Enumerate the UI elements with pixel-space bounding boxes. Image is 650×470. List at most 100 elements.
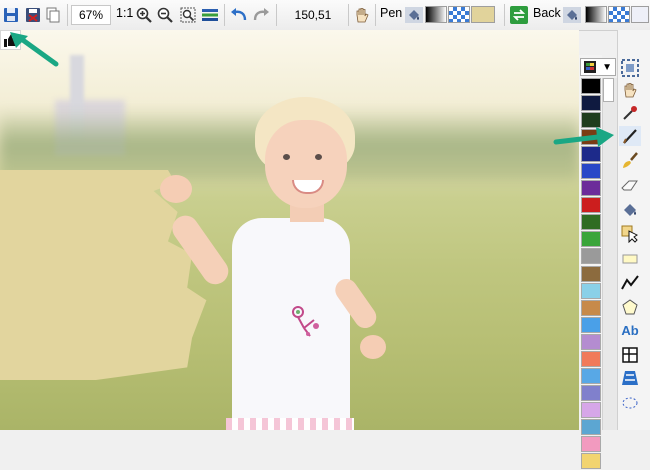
undo-icon <box>231 8 247 21</box>
palette-swatch[interactable] <box>581 401 601 418</box>
canvas-select-icon <box>621 59 639 77</box>
tool-fill[interactable] <box>619 200 641 220</box>
hand-icon <box>356 8 369 23</box>
eyedropper-icon <box>623 106 637 120</box>
polyline-icon <box>621 275 639 290</box>
palette-swatch[interactable] <box>581 197 601 214</box>
child-face <box>265 120 347 208</box>
child-right-hand <box>360 335 386 359</box>
save-icon <box>4 8 18 22</box>
palette-swatch[interactable] <box>581 248 601 265</box>
palette-swatch[interactable] <box>581 282 601 299</box>
chevron-down-icon: ▼ <box>602 61 612 73</box>
eraser-icon <box>621 180 638 191</box>
pen-icon <box>623 129 637 144</box>
zoom-in-button[interactable] <box>134 4 154 26</box>
zoom-fit-button[interactable] <box>178 4 198 26</box>
layers-button[interactable] <box>200 4 220 26</box>
palette-swatch[interactable] <box>581 299 601 316</box>
swap-colors-icon <box>510 6 528 24</box>
zoom-out-icon <box>157 7 173 23</box>
palette-grid-icon <box>584 61 597 73</box>
tool-brush[interactable] <box>619 151 641 171</box>
palette-swatch[interactable] <box>581 316 601 333</box>
toolbar-separator <box>224 4 225 26</box>
palette-swatch[interactable] <box>581 78 601 94</box>
save-button[interactable] <box>1 4 21 26</box>
back-label: Back <box>533 6 561 20</box>
save-all-button[interactable] <box>23 4 43 26</box>
image-canvas[interactable] <box>0 30 579 430</box>
toolbar-separator <box>276 4 277 26</box>
tool-rectangle[interactable] <box>619 249 641 269</box>
undo-button[interactable] <box>229 4 249 26</box>
tool-select-canvas[interactable] <box>619 58 641 78</box>
palette-swatch[interactable] <box>581 435 601 452</box>
annotation-arrow-pen <box>553 127 614 147</box>
hand-icon <box>624 83 637 98</box>
hand-tool-button[interactable] <box>352 4 372 26</box>
rectangle-icon <box>622 254 638 264</box>
tool-line[interactable] <box>619 272 641 292</box>
palette-scrollbar-thumb[interactable] <box>603 78 614 102</box>
paint-bucket-icon <box>624 204 636 216</box>
palette-swatch[interactable] <box>581 95 601 112</box>
redo-button[interactable] <box>251 4 271 26</box>
tool-crop[interactable] <box>619 345 641 365</box>
palette-swatch[interactable] <box>581 350 601 367</box>
pen-pattern-swatch[interactable] <box>448 6 470 23</box>
back-fill-bucket-button[interactable] <box>562 4 582 26</box>
back-gradient-swatch[interactable] <box>585 6 607 23</box>
cursor-coordinates: 150,51 <box>294 8 332 22</box>
zoom-fit-icon <box>180 7 196 23</box>
back-pattern-swatch[interactable] <box>608 6 630 23</box>
child-left-eye <box>283 154 290 160</box>
tool-eraser[interactable] <box>619 176 641 196</box>
zoom-out-button[interactable] <box>155 4 175 26</box>
palette-swatch[interactable] <box>581 163 601 180</box>
dress-embroidery <box>292 306 319 337</box>
child-left-hand <box>160 175 192 203</box>
palette-swatch[interactable] <box>581 265 601 282</box>
palette-swatch[interactable] <box>581 418 601 435</box>
paint-bucket-icon <box>563 7 581 23</box>
tool-select[interactable] <box>619 224 641 244</box>
tool-text[interactable]: Ab <box>619 320 641 340</box>
toolbar-separator <box>348 4 349 26</box>
layers-icon <box>202 9 218 21</box>
tool-polygon[interactable] <box>619 297 641 317</box>
tool-pan[interactable] <box>619 80 641 100</box>
palette-swatch[interactable] <box>581 384 601 401</box>
text-tool-icon: Ab <box>621 322 639 338</box>
copy-button[interactable] <box>43 4 63 26</box>
perspective-icon <box>622 371 638 385</box>
toolbar-separator <box>67 4 68 26</box>
palette-swatch[interactable] <box>581 214 601 231</box>
selection-icon <box>621 225 638 243</box>
swap-colors-button[interactable] <box>509 4 529 26</box>
palette-swatch[interactable] <box>581 453 601 470</box>
toolbar-separator <box>504 4 505 26</box>
zoom-field[interactable]: 67% <box>71 5 111 25</box>
back-color-swatch[interactable] <box>631 6 649 23</box>
palette-swatch[interactable] <box>581 180 601 197</box>
pen-fill-bucket-button[interactable] <box>404 4 424 26</box>
palette-view-dropdown[interactable]: ▼ <box>580 58 616 76</box>
tool-lasso[interactable] <box>619 393 641 413</box>
pen-color-swatch[interactable] <box>471 6 495 23</box>
pen-label: Pen <box>380 6 403 20</box>
tool-perspective[interactable] <box>619 368 641 388</box>
palette-swatch[interactable] <box>581 367 601 384</box>
palette-swatch[interactable] <box>581 231 601 248</box>
zoom-actual-size-button[interactable]: 1:1 <box>116 6 133 20</box>
pen-gradient-swatch[interactable] <box>425 6 447 23</box>
pentagon-icon <box>622 299 638 315</box>
brush-icon <box>623 152 638 168</box>
lasso-select-icon <box>622 397 638 409</box>
tool-pen[interactable] <box>619 126 641 146</box>
tool-color-picker[interactable] <box>619 103 641 123</box>
redo-icon <box>253 8 269 21</box>
save-all-icon <box>26 8 40 22</box>
palette-swatch[interactable] <box>581 333 601 350</box>
zoom-in-icon <box>136 7 152 23</box>
